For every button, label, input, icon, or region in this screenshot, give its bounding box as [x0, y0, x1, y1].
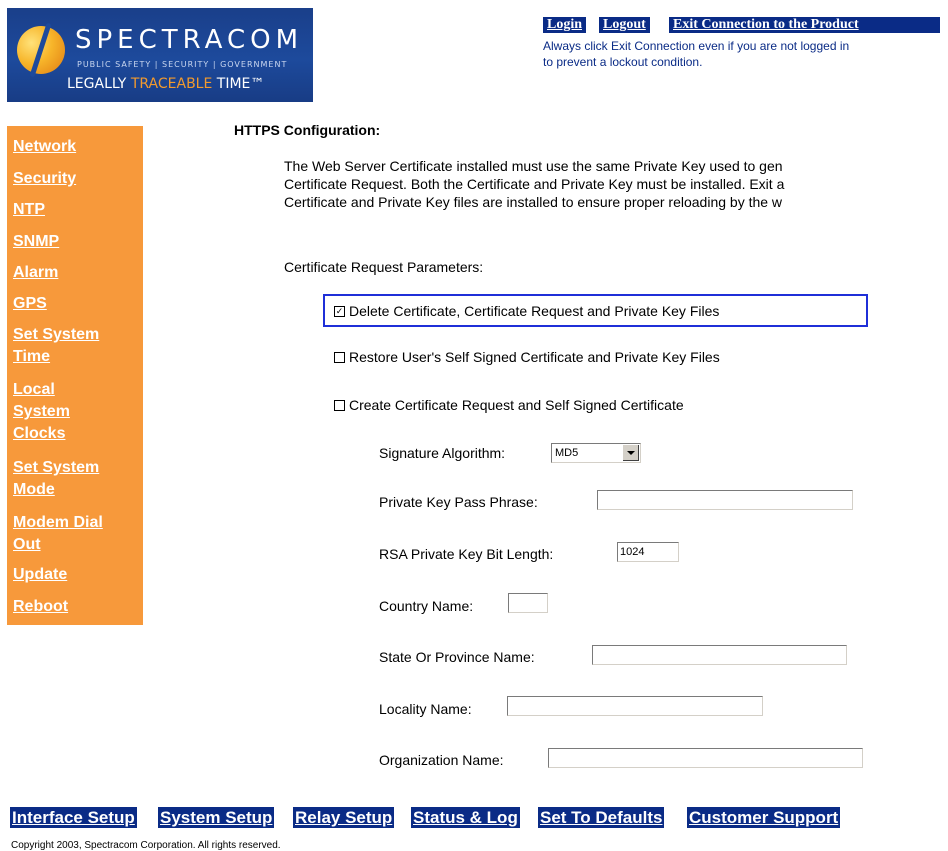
sidebar-item-label: Clocks: [13, 425, 66, 442]
logo-tagline: LEGALLY TRACEABLE TIME™: [67, 76, 264, 92]
login-link[interactable]: Login: [543, 17, 587, 33]
sidebar-item-set-system-time[interactable]: Set System Time: [13, 324, 99, 368]
option-restore-self-signed[interactable]: Restore User's Self Signed Certificate a…: [334, 347, 720, 367]
logo-orb-icon: [17, 26, 65, 74]
option-label: Create Certificate Request and Self Sign…: [349, 397, 684, 413]
sidebar-item-label: Time: [13, 348, 51, 365]
sidebar-item-set-system-mode[interactable]: Set System Mode: [13, 457, 99, 501]
sidebar-item-label: Set System: [13, 459, 100, 476]
locality-name-input[interactable]: [507, 696, 763, 716]
lockout-note: Always click Exit Connection even if you…: [543, 38, 948, 70]
page-title: HTTPS Configuration:: [234, 122, 381, 138]
option-create-request[interactable]: Create Certificate Request and Self Sign…: [334, 395, 684, 415]
option-label: Delete Certificate, Certificate Request …: [349, 303, 720, 319]
logo-name: SPECTRACOM: [75, 25, 304, 55]
logout-link[interactable]: Logout: [599, 17, 650, 33]
sidebar-item-local-system-clocks[interactable]: Local System Clocks: [13, 379, 70, 445]
logo-tagline-part: TIME™: [212, 76, 265, 92]
intro-line: Certificate Request. Both the Certificat…: [284, 176, 785, 192]
sidebar-item-label: Set System: [13, 326, 100, 343]
lockout-note-line: Always click Exit Connection even if you…: [543, 39, 850, 53]
sidebar-item-label: System: [13, 403, 70, 420]
rsa-bit-length-label: RSA Private Key Bit Length:: [379, 546, 554, 562]
rsa-bit-length-input[interactable]: [617, 542, 679, 562]
sidebar-item-label: Out: [13, 536, 41, 553]
sidebar-item-modem-dial-out[interactable]: Modem Dial Out: [13, 512, 103, 556]
pass-phrase-label: Private Key Pass Phrase:: [379, 494, 538, 510]
logo-tagline-highlight: TRACEABLE: [130, 76, 213, 92]
state-name-input[interactable]: [592, 645, 847, 665]
sidebar-item-network[interactable]: Network: [13, 136, 76, 158]
signature-algorithm-select[interactable]: MD5: [551, 443, 641, 463]
state-name-label: State Or Province Name:: [379, 649, 535, 665]
checkbox-icon[interactable]: [334, 351, 345, 363]
sidebar-item-update[interactable]: Update: [13, 564, 67, 586]
spectracom-logo: SPECTRACOM PUBLIC SAFETY | SECURITY | GO…: [7, 8, 313, 102]
sidebar-item-label: Modem Dial: [13, 514, 103, 531]
copyright-text: Copyright 2003, Spectracom Corporation. …: [11, 840, 281, 851]
exit-connection-link[interactable]: Exit Connection to the Product: [669, 17, 940, 33]
intro-line: The Web Server Certificate installed mus…: [284, 158, 783, 174]
country-name-input[interactable]: [508, 593, 548, 613]
status-log-link[interactable]: Status & Log: [411, 807, 520, 828]
pass-phrase-input[interactable]: [597, 490, 853, 510]
signature-algorithm-value: MD5: [555, 447, 579, 459]
locality-name-label: Locality Name:: [379, 701, 472, 717]
sidebar-item-alarm[interactable]: Alarm: [13, 262, 58, 284]
system-setup-link[interactable]: System Setup: [158, 807, 275, 828]
sidebar-item-reboot[interactable]: Reboot: [13, 596, 68, 618]
logo-subtitle: PUBLIC SAFETY | SECURITY | GOVERNMENT: [77, 60, 288, 69]
customer-support-link[interactable]: Customer Support: [687, 807, 841, 828]
set-defaults-link[interactable]: Set To Defaults: [538, 807, 665, 828]
organization-name-label: Organization Name:: [379, 752, 504, 768]
sidebar-item-ntp[interactable]: NTP: [13, 199, 45, 221]
sidebar-nav: Network Security NTP SNMP Alarm GPS Set …: [7, 126, 143, 625]
logo-tagline-part: LEGALLY: [67, 76, 131, 92]
dropdown-arrow-icon[interactable]: [623, 445, 639, 461]
organization-name-input[interactable]: [548, 748, 863, 768]
intro-text: The Web Server Certificate installed mus…: [284, 157, 948, 211]
intro-line: Certificate and Private Key files are in…: [284, 194, 783, 210]
relay-setup-link[interactable]: Relay Setup: [293, 807, 395, 828]
signature-algorithm-label: Signature Algorithm:: [379, 445, 506, 461]
sidebar-item-gps[interactable]: GPS: [13, 293, 47, 315]
sidebar-item-label: Mode: [13, 481, 55, 498]
sidebar-item-label: Local: [13, 381, 55, 398]
params-label: Certificate Request Parameters:: [284, 259, 484, 275]
sidebar-item-security[interactable]: Security: [13, 168, 76, 190]
option-label: Restore User's Self Signed Certificate a…: [349, 349, 720, 365]
lockout-note-line: to prevent a lockout condition.: [543, 55, 703, 69]
checkbox-checked-icon[interactable]: ✓: [334, 305, 345, 317]
interface-setup-link[interactable]: Interface Setup: [10, 807, 137, 828]
checkbox-icon[interactable]: [334, 399, 345, 411]
country-name-label: Country Name:: [379, 598, 474, 614]
sidebar-item-snmp[interactable]: SNMP: [13, 231, 59, 253]
option-delete-files[interactable]: ✓ Delete Certificate, Certificate Request…: [334, 301, 719, 321]
